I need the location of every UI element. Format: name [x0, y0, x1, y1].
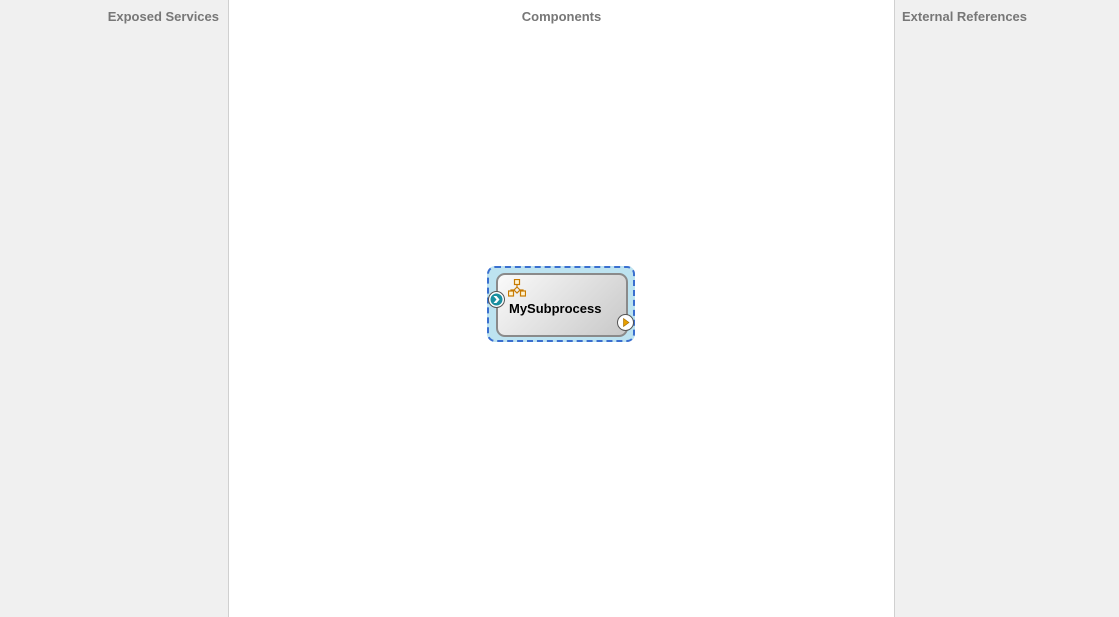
reference-port-icon[interactable]	[617, 314, 634, 331]
component-name: MySubprocess	[509, 301, 602, 316]
external-references-panel: External References	[894, 0, 1119, 617]
exposed-services-panel: Exposed Services	[0, 0, 229, 617]
panel-header: External References	[902, 9, 1028, 24]
subprocess-component[interactable]: MySubprocess	[487, 266, 635, 342]
panel-header: Exposed Services	[107, 9, 219, 24]
service-port-icon[interactable]	[488, 291, 505, 308]
component-body[interactable]: MySubprocess	[496, 273, 628, 337]
subprocess-hierarchy-icon	[508, 279, 526, 297]
panel-header: Components	[521, 9, 602, 24]
